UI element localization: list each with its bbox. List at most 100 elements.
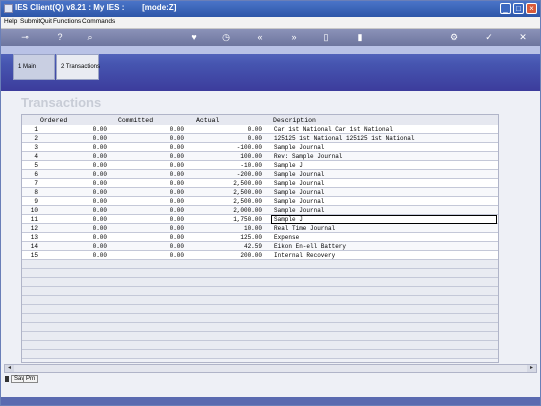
row-number[interactable]: 3 (24, 144, 38, 151)
fast-forward-icon[interactable]: » (287, 31, 301, 44)
scroll-left-icon[interactable]: ◂ (5, 365, 14, 372)
header-description[interactable]: Description (273, 117, 316, 124)
table-row[interactable]: 15 0.00 0.00 200.00 Internal Recovery (22, 251, 498, 260)
cell-actual[interactable]: 1,750.00 (192, 216, 262, 223)
cell-committed[interactable]: 0.00 (112, 243, 184, 250)
cell-ordered[interactable]: 0.00 (42, 126, 107, 133)
cell-actual[interactable]: 2,000.00 (192, 207, 262, 214)
empty-row[interactable] (22, 296, 498, 305)
print-button[interactable]: Prn (23, 375, 39, 383)
row-number[interactable]: 6 (24, 171, 38, 178)
cell-ordered[interactable]: 0.00 (42, 153, 107, 160)
heart-icon[interactable]: ♥ (187, 31, 201, 44)
cell-committed[interactable]: 0.00 (112, 135, 184, 142)
minimize-icon[interactable]: _ (500, 3, 511, 14)
cell-description[interactable]: 125125 1st National 125125 1st National (274, 135, 414, 142)
scroll-right-icon[interactable]: ▸ (527, 365, 536, 372)
row-number[interactable]: 1 (24, 126, 38, 133)
empty-row[interactable] (22, 278, 498, 287)
row-number[interactable]: 4 (24, 153, 38, 160)
empty-row[interactable] (22, 314, 498, 323)
header-ordered[interactable]: Ordered (40, 117, 67, 124)
cell-ordered[interactable]: 0.00 (42, 225, 107, 232)
cell-ordered[interactable]: 0.00 (42, 162, 107, 169)
table-row[interactable]: 1 0.00 0.00 0.00 Car 1st National Car 1st Na… (22, 125, 498, 134)
row-number[interactable]: 5 (24, 162, 38, 169)
table-row[interactable]: 6 0.00 0.00 -200.00 Sample Journal (22, 170, 498, 179)
clock-icon[interactable]: ◷ (219, 31, 233, 44)
cell-committed[interactable]: 0.00 (112, 180, 184, 187)
menu-submit[interactable]: Submit (20, 18, 40, 25)
copy-icon[interactable]: ▯ (319, 31, 333, 44)
close-icon[interactable]: ✕ (516, 31, 530, 44)
cell-actual[interactable]: -100.00 (192, 144, 262, 151)
empty-row[interactable] (22, 287, 498, 296)
cell-description[interactable]: Sample Journal (274, 189, 324, 196)
search-icon[interactable]: ⌕ (83, 31, 97, 44)
cell-actual[interactable]: 0.00 (192, 135, 262, 142)
cell-description[interactable]: Sample Journal (274, 180, 324, 187)
cell-actual[interactable]: 200.00 (192, 252, 262, 259)
tab-main[interactable]: 1 Main (13, 54, 55, 80)
cell-committed[interactable]: 0.00 (112, 153, 184, 160)
cell-ordered[interactable]: 0.00 (42, 216, 107, 223)
table-row[interactable]: 14 0.00 0.00 42.59 Eikon En-ell Battery (22, 242, 498, 251)
trash-icon[interactable]: ▮ (353, 31, 367, 44)
table-row[interactable]: 8 0.00 0.00 2,500.00 Sample Journal (22, 188, 498, 197)
close-window-icon[interactable]: × (526, 3, 537, 14)
row-number[interactable]: 9 (24, 198, 38, 205)
cell-committed[interactable]: 0.00 (112, 162, 184, 169)
row-number[interactable]: 7 (24, 180, 38, 187)
check-icon[interactable]: ✓ (482, 31, 496, 44)
table-row[interactable]: 3 0.00 0.00 -100.00 Sample Journal (22, 143, 498, 152)
empty-row[interactable] (22, 341, 498, 350)
help-icon[interactable]: ? (53, 31, 67, 44)
cell-committed[interactable]: 0.00 (112, 225, 184, 232)
cell-actual[interactable]: -10.00 (192, 162, 262, 169)
table-row[interactable]: 4 0.00 0.00 100.00 Rev: Sample Journal (22, 152, 498, 161)
cell-description[interactable]: Sample Journal (274, 171, 324, 178)
table-row[interactable]: 12 0.00 0.00 10.00 Real Time Journal (22, 224, 498, 233)
cell-committed[interactable]: 0.00 (112, 189, 184, 196)
row-number[interactable]: 8 (24, 189, 38, 196)
table-row[interactable]: 2 0.00 0.00 0.00 125125 1st National 125125 … (22, 134, 498, 143)
menu-quit[interactable]: Quit (40, 18, 52, 25)
cell-ordered[interactable]: 0.00 (42, 198, 107, 205)
cell-description[interactable]: Sample Journal (274, 198, 324, 205)
cell-description[interactable]: Sample Journal (274, 207, 324, 214)
table-row[interactable]: 10 0.00 0.00 2,000.00 Sample Journal (22, 206, 498, 215)
cell-description[interactable]: Sample Journal (274, 144, 324, 151)
empty-row[interactable] (22, 350, 498, 359)
row-number[interactable]: 15 (24, 252, 38, 259)
cell-description[interactable]: Expense (274, 234, 299, 241)
cell-ordered[interactable]: 0.00 (42, 234, 107, 241)
row-number[interactable]: 13 (24, 234, 38, 241)
empty-row[interactable] (22, 269, 498, 278)
cell-committed[interactable]: 0.00 (112, 234, 184, 241)
cell-ordered[interactable]: 0.00 (42, 144, 107, 151)
cell-committed[interactable]: 0.00 (112, 252, 184, 259)
tab-transactions[interactable]: 2 Transactions (56, 54, 100, 80)
cell-actual[interactable]: 0.00 (192, 126, 262, 133)
cell-description[interactable]: Sample J (274, 162, 303, 169)
menu-commands[interactable]: Commands (82, 18, 115, 25)
cell-actual[interactable]: 2,500.00 (192, 180, 262, 187)
cell-description[interactable]: Rev: Sample Journal (274, 153, 342, 160)
key-icon[interactable]: ⊸ (15, 31, 35, 44)
cell-actual[interactable]: 42.59 (192, 243, 262, 250)
empty-row[interactable] (22, 305, 498, 314)
row-number[interactable]: 11 (24, 216, 38, 223)
empty-row[interactable] (22, 323, 498, 332)
cell-description[interactable]: Internal Recovery (274, 252, 335, 259)
settings-icon[interactable]: ⚙ (447, 31, 461, 44)
cell-actual[interactable]: 125.00 (192, 234, 262, 241)
cell-committed[interactable]: 0.00 (112, 198, 184, 205)
rewind-icon[interactable]: « (253, 31, 267, 44)
table-row[interactable]: 11 0.00 0.00 1,750.00 Sample J (22, 215, 498, 224)
cell-description[interactable]: Sample J (274, 216, 303, 223)
cell-actual[interactable]: 10.00 (192, 225, 262, 232)
cell-committed[interactable]: 0.00 (112, 216, 184, 223)
empty-row[interactable] (22, 332, 498, 341)
table-row[interactable]: 5 0.00 0.00 -10.00 Sample J (22, 161, 498, 170)
row-number[interactable]: 12 (24, 225, 38, 232)
